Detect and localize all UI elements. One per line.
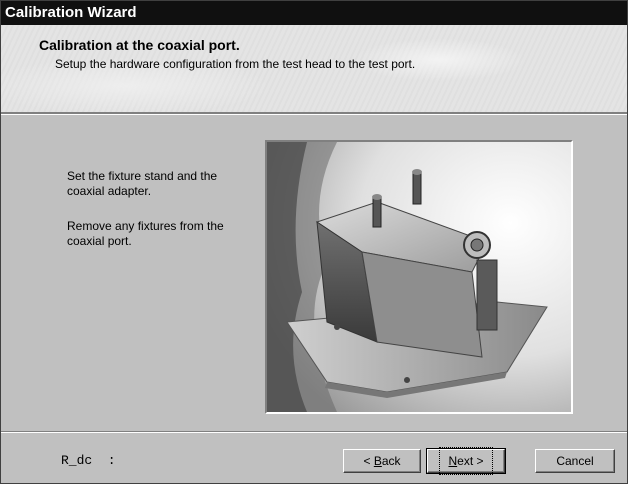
fixture-stand-image: [265, 140, 573, 414]
footer-divider: [1, 431, 627, 433]
cancel-button[interactable]: Cancel: [535, 449, 615, 473]
wizard-header: Calibration at the coaxial port. Setup t…: [1, 25, 627, 113]
status-readout: R_dc :: [61, 453, 116, 468]
step-title: Calibration at the coaxial port.: [39, 37, 240, 53]
instruction-remove-fixtures: Remove any fixtures from the coaxial por…: [67, 219, 224, 248]
next-button[interactable]: Next >: [426, 447, 506, 475]
window-title: Calibration Wizard: [1, 1, 627, 25]
back-button[interactable]: < Back: [343, 449, 421, 473]
calibration-wizard-window: Calibration Wizard Calibration at the co…: [0, 0, 628, 484]
instruction-set-fixture: Set the fixture stand and the coaxial ad…: [67, 169, 218, 198]
fixture-stand-illustration: [267, 142, 571, 412]
header-divider: [1, 113, 627, 115]
step-subtitle: Setup the hardware configuration from th…: [55, 57, 416, 71]
